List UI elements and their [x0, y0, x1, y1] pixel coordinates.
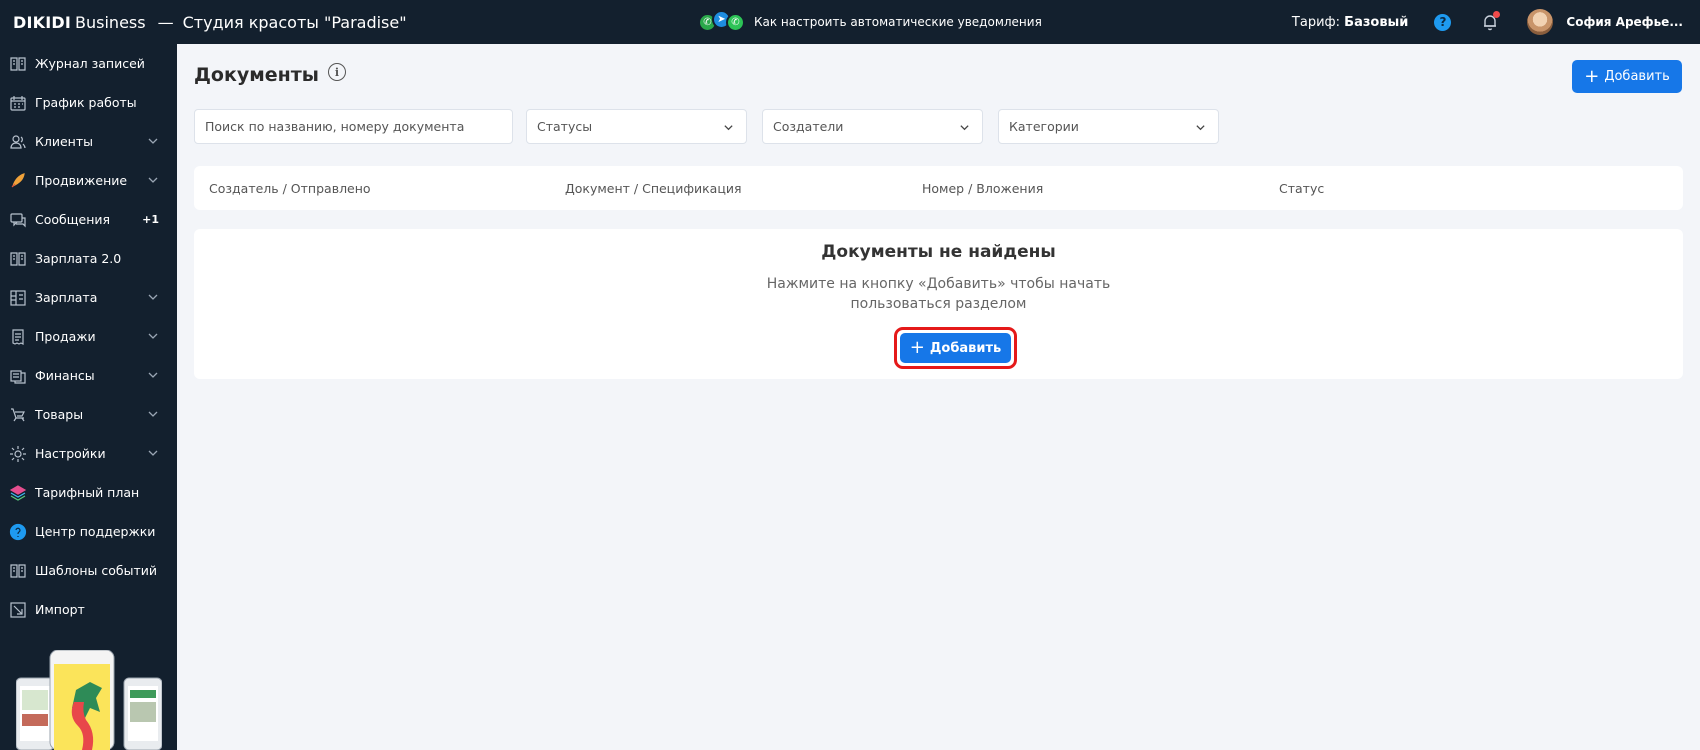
- import-icon: [9, 601, 27, 619]
- sidebar-item-5[interactable]: Зарплата 2.0: [0, 239, 177, 278]
- creators-select-label: Создатели: [773, 119, 844, 134]
- brand[interactable]: DIKIDI Business — Студия красоты "Paradi…: [0, 13, 407, 32]
- sidebar-item-label: Тарифный план: [35, 485, 140, 500]
- column-header-document[interactable]: Документ / Спецификация: [565, 181, 742, 196]
- users-icon: [9, 133, 27, 151]
- sidebar-item-label: Центр поддержки: [35, 524, 156, 539]
- calendar-icon: [9, 94, 27, 112]
- sidebar-item-1[interactable]: График работы: [0, 83, 177, 122]
- tariff-value: Базовый: [1344, 14, 1409, 30]
- chevron-down-icon: [148, 450, 158, 456]
- sidebar-item-4[interactable]: Сообщения +1: [0, 200, 177, 239]
- sidebar-item-3[interactable]: Продвижение: [0, 161, 177, 200]
- sidebar-item-12[interactable]: Центр поддержки: [0, 512, 177, 551]
- template-icon: [9, 562, 27, 580]
- tariff-label: Тариф:: [1291, 14, 1341, 30]
- categories-select[interactable]: Категории: [998, 109, 1219, 144]
- brand-name: DIKIDI: [13, 12, 72, 32]
- avatar[interactable]: [1527, 9, 1554, 35]
- sidebar: Журнал записей График работы Клиенты Продви…: [0, 44, 177, 750]
- empty-state: Документы не найдены Нажмите на кнопку «…: [194, 229, 1683, 379]
- user-name[interactable]: София Арефье...: [1566, 15, 1683, 29]
- creators-select[interactable]: Создатели: [762, 109, 983, 144]
- journal-icon: [9, 55, 27, 73]
- chevron-down-icon: [148, 294, 158, 300]
- table-header: Создатель / Отправлено Документ / Специф…: [194, 166, 1683, 210]
- highlight-frame: + Добавить: [894, 327, 1017, 369]
- sidebar-item-label: Импорт: [35, 602, 85, 617]
- sidebar-item-10[interactable]: Настройки: [0, 434, 177, 473]
- add-button-top[interactable]: + Добавить: [1572, 60, 1682, 93]
- rocket-icon: [9, 172, 27, 190]
- tariff-info[interactable]: Тариф: Базовый: [1292, 15, 1409, 30]
- categories-select-label: Категории: [1009, 119, 1079, 134]
- chevron-down-icon: [148, 411, 158, 417]
- help-icon[interactable]: ?: [1434, 13, 1452, 31]
- chevron-down-icon: [148, 138, 158, 144]
- sidebar-item-label: График работы: [35, 95, 137, 110]
- sidebar-item-13[interactable]: Шаблоны событий: [0, 551, 177, 590]
- empty-state-title: Документы не найдены: [821, 242, 1056, 262]
- sidebar-item-7[interactable]: Продажи: [0, 317, 177, 356]
- sidebar-nav: Журнал записей График работы Клиенты Продви…: [0, 44, 177, 629]
- main-content: Документы i + Добавить Поиск по названию…: [177, 44, 1700, 750]
- empty-state-text-line1: Нажмите на кнопку «Добавить» чтобы начат…: [766, 276, 1111, 292]
- bell-icon[interactable]: [1481, 11, 1501, 31]
- gear-icon: [9, 445, 27, 463]
- chevron-down-icon: [148, 177, 158, 183]
- app-promo-image[interactable]: [16, 650, 162, 750]
- book-icon: [9, 250, 27, 268]
- studio-name: Студия красоты "Paradise": [182, 12, 407, 32]
- add-button-label: Добавить: [1604, 69, 1670, 84]
- info-icon[interactable]: i: [328, 63, 346, 81]
- plus-icon: +: [909, 337, 925, 358]
- brand-suffix: Business: [75, 12, 146, 32]
- top-right-area: Тариф: Базовый ? София Арефье...: [1292, 0, 1700, 44]
- top-bar: DIKIDI Business — Студия красоты "Paradi…: [0, 0, 1700, 44]
- sidebar-item-9[interactable]: Товары: [0, 395, 177, 434]
- cart-icon: [9, 406, 27, 424]
- sidebar-item-2[interactable]: Клиенты: [0, 122, 177, 161]
- sidebar-item-8[interactable]: Финансы: [0, 356, 177, 395]
- chat-icon: [9, 211, 27, 229]
- chevron-down-icon: [148, 372, 158, 378]
- receipt-icon: [9, 328, 27, 346]
- sidebar-item-14[interactable]: Импорт: [0, 590, 177, 629]
- page-title-text: Документы: [194, 64, 319, 86]
- column-header-status[interactable]: Статус: [1279, 181, 1324, 196]
- page-title: Документы i: [194, 63, 346, 86]
- add-button-label: Добавить: [929, 340, 1002, 356]
- sidebar-item-11[interactable]: Тарифный план: [0, 473, 177, 512]
- chevron-down-icon: [1196, 125, 1205, 131]
- notifications-help-link[interactable]: ✆ ➤ ✆ Как настроить автоматические уведо…: [698, 0, 1042, 44]
- sidebar-item-badge: +1: [142, 213, 159, 226]
- chevron-down-icon: [724, 125, 733, 131]
- chevron-down-icon: [148, 333, 158, 339]
- column-header-number[interactable]: Номер / Вложения: [922, 181, 1043, 196]
- empty-state-text-line2: пользоваться разделом: [850, 296, 1027, 312]
- layers-icon: [9, 484, 27, 502]
- brand-separator: —: [157, 12, 174, 32]
- search-input[interactable]: Поиск по названию, номеру документа: [194, 109, 513, 144]
- plus-icon: +: [1584, 65, 1600, 87]
- chevron-down-icon: [960, 125, 969, 131]
- messenger-icons: ✆ ➤ ✆: [698, 10, 746, 32]
- add-button-empty[interactable]: + Добавить: [900, 333, 1011, 363]
- center-link-text: Как настроить автоматические уведомления: [754, 15, 1042, 29]
- sidebar-item-label: Шаблоны событий: [35, 563, 158, 578]
- column-header-creator[interactable]: Создатель / Отправлено: [209, 181, 371, 196]
- money-icon: [9, 367, 27, 385]
- sidebar-item-label: Зарплата 2.0: [35, 251, 122, 266]
- status-select[interactable]: Статусы: [526, 109, 747, 144]
- status-select-label: Статусы: [537, 119, 593, 134]
- sidebar-item-label: Журнал записей: [35, 56, 145, 71]
- question-icon: [9, 523, 27, 541]
- sidebar-item-6[interactable]: Зарплата: [0, 278, 177, 317]
- viber-icon: ✆: [726, 13, 745, 32]
- grid-icon: [9, 289, 27, 307]
- empty-state-text: Нажмите на кнопку «Добавить» чтобы начат…: [194, 274, 1683, 314]
- sidebar-item-0[interactable]: Журнал записей: [0, 44, 177, 83]
